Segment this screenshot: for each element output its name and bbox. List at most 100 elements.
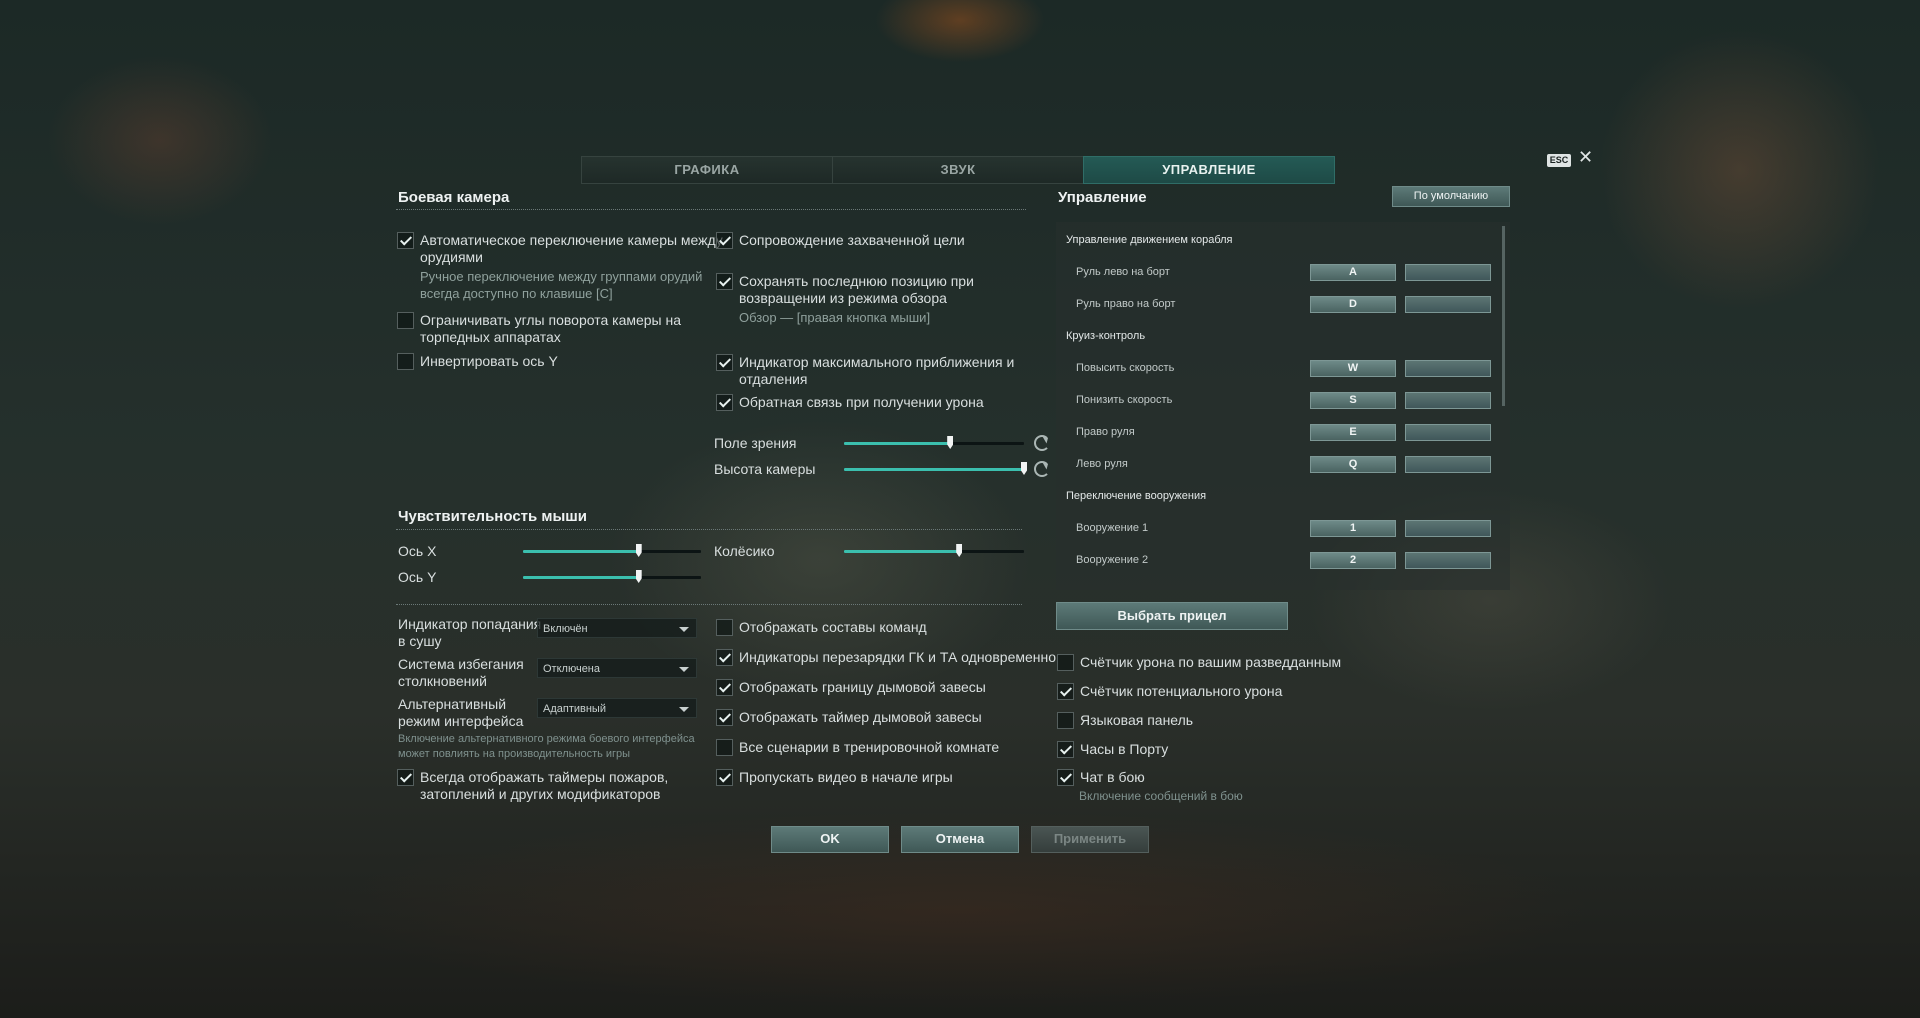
collision-dropdown[interactable]: Отключена <box>537 658 697 678</box>
camera-height-slider-fill <box>844 468 1024 471</box>
invert-y-checkbox[interactable] <box>397 353 414 370</box>
scouted-damage-checkbox[interactable] <box>1057 654 1074 671</box>
cancel-button[interactable]: Отмена <box>901 826 1019 853</box>
save-position-hint: Обзор — [правая кнопка мыши] <box>739 310 931 325</box>
keybind-secondary-key[interactable] <box>1405 552 1491 569</box>
collision-label-2: столкновений <box>398 673 487 689</box>
keybind-secondary-key[interactable] <box>1405 456 1491 473</box>
alt-ui-hint-1: Включение альтернативного режима боевого… <box>398 733 695 745</box>
keybind-secondary-key[interactable] <box>1405 296 1491 313</box>
keybind-primary-key[interactable]: D <box>1310 296 1396 313</box>
timers-checkbox[interactable] <box>397 769 414 786</box>
keybind-primary-key[interactable]: Q <box>1310 456 1396 473</box>
keybind-secondary-key[interactable] <box>1405 392 1491 409</box>
auto-switch-checkbox[interactable] <box>397 232 414 249</box>
keybind-action: Руль лево на борт <box>1076 266 1170 278</box>
keybind-primary-key[interactable]: 1 <box>1310 520 1396 537</box>
keybind-action: Повысить скорость <box>1076 362 1175 374</box>
scouted-damage-label: Счётчик урона по вашим разведданным <box>1080 654 1342 670</box>
keybind-primary-key[interactable]: W <box>1310 360 1396 377</box>
language-bar-checkbox[interactable] <box>1057 712 1074 729</box>
axis-x-slider-fill <box>523 550 639 553</box>
wheel-label: Колёсико <box>714 543 775 559</box>
alt-ui-label-1: Альтернативный <box>398 696 507 712</box>
axis-x-label: Ось X <box>398 543 437 559</box>
chevron-down-icon <box>679 667 689 672</box>
chevron-down-icon <box>679 627 689 632</box>
ground-hit-dropdown[interactable]: Включён <box>537 618 697 638</box>
tab-sound[interactable]: ЗВУК <box>832 156 1084 184</box>
potential-damage-label: Счётчик потенциального урона <box>1080 683 1283 699</box>
team-lists-checkbox[interactable] <box>716 619 733 636</box>
zoom-indicator-checkbox[interactable] <box>716 354 733 371</box>
ground-hit-value: Включён <box>543 623 588 635</box>
keybind-primary-key[interactable]: S <box>1310 392 1396 409</box>
fov-label: Поле зрения <box>714 435 797 451</box>
apply-button[interactable]: Применить <box>1031 826 1149 853</box>
fov-slider-handle[interactable] <box>947 436 954 449</box>
smoke-border-checkbox[interactable] <box>716 679 733 696</box>
keybind-group-cruise: Круиз-контроль <box>1066 330 1146 342</box>
keybind-action: Лево руля <box>1076 458 1128 470</box>
choose-sight-button[interactable]: Выбрать прицел <box>1056 602 1288 630</box>
ok-button[interactable]: OK <box>771 826 889 853</box>
axis-y-label: Ось Y <box>398 569 437 585</box>
reload-indicators-checkbox[interactable] <box>716 649 733 666</box>
keybind-scrollbar[interactable] <box>1502 226 1505 406</box>
tab-controls[interactable]: УПРАВЛЕНИЕ <box>1083 156 1335 184</box>
keybind-action: Руль право на борт <box>1076 298 1176 310</box>
battle-chat-checkbox[interactable] <box>1057 769 1074 786</box>
keybind-group-weapons: Переключение вооружения <box>1066 490 1207 502</box>
axis-x-slider[interactable] <box>523 544 701 557</box>
reload-indicators-label: Индикаторы перезарядки ГК и ТА одновреме… <box>739 649 1057 665</box>
limit-angles-label-1: Ограничивать углы поворота камеры на <box>420 312 682 328</box>
ground-hit-label-2: в сушу <box>398 633 442 649</box>
auto-switch-hint-2: всегда доступно по клавише [C] <box>420 286 613 301</box>
wheel-slider-fill <box>844 550 960 553</box>
port-clock-label: Часы в Порту <box>1080 741 1169 757</box>
team-lists-label: Отображать составы команд <box>739 619 927 635</box>
keybind-primary-key[interactable]: A <box>1310 264 1396 281</box>
keybind-secondary-key[interactable] <box>1405 424 1491 441</box>
fov-slider-fill <box>844 442 951 445</box>
skip-video-checkbox[interactable] <box>716 769 733 786</box>
camera-height-reset-icon[interactable] <box>1034 461 1050 477</box>
training-scenarios-checkbox[interactable] <box>716 739 733 756</box>
damage-feedback-label: Обратная связь при получении урона <box>739 394 984 410</box>
save-position-checkbox[interactable] <box>716 273 733 290</box>
language-bar-label: Языковая панель <box>1080 712 1194 728</box>
follow-target-checkbox[interactable] <box>716 232 733 249</box>
keybind-primary-key[interactable]: E <box>1310 424 1396 441</box>
alt-ui-value: Адаптивный <box>543 703 606 715</box>
keybind-action: Вооружение 1 <box>1076 522 1149 534</box>
keybind-secondary-key[interactable] <box>1405 360 1491 377</box>
timers-label-1: Всегда отображать таймеры пожаров, <box>420 769 669 785</box>
battle-chat-hint: Включение сообщений в бою <box>1079 789 1243 803</box>
wheel-slider[interactable] <box>844 544 1024 557</box>
keybind-secondary-key[interactable] <box>1405 520 1491 537</box>
save-position-label-1: Сохранять последнюю позицию при <box>739 273 974 289</box>
tab-graphics[interactable]: ГРАФИКА <box>581 156 833 184</box>
keybind-group-movement: Управление движением корабля <box>1066 234 1233 246</box>
axis-y-slider-fill <box>523 576 639 579</box>
camera-height-slider-handle[interactable] <box>1021 462 1027 475</box>
axis-y-slider-handle[interactable] <box>635 570 642 583</box>
axis-y-slider[interactable] <box>523 570 701 583</box>
fov-reset-icon[interactable] <box>1034 435 1050 451</box>
alt-ui-dropdown[interactable]: Адаптивный <box>537 698 697 718</box>
axis-x-slider-handle[interactable] <box>635 544 642 557</box>
keybind-secondary-key[interactable] <box>1405 264 1491 281</box>
camera-height-slider[interactable] <box>844 462 1027 475</box>
limit-angles-checkbox[interactable] <box>397 312 414 329</box>
default-button[interactable]: По умолчанию <box>1392 186 1510 207</box>
collision-value: Отключена <box>543 663 600 675</box>
port-clock-checkbox[interactable] <box>1057 741 1074 758</box>
close-icon[interactable]: ✕ <box>1578 147 1593 168</box>
fov-slider[interactable] <box>844 436 1024 449</box>
divider <box>396 604 1022 605</box>
keybind-primary-key[interactable]: 2 <box>1310 552 1396 569</box>
damage-feedback-checkbox[interactable] <box>716 394 733 411</box>
wheel-slider-handle[interactable] <box>956 544 963 557</box>
potential-damage-checkbox[interactable] <box>1057 683 1074 700</box>
smoke-timer-checkbox[interactable] <box>716 709 733 726</box>
